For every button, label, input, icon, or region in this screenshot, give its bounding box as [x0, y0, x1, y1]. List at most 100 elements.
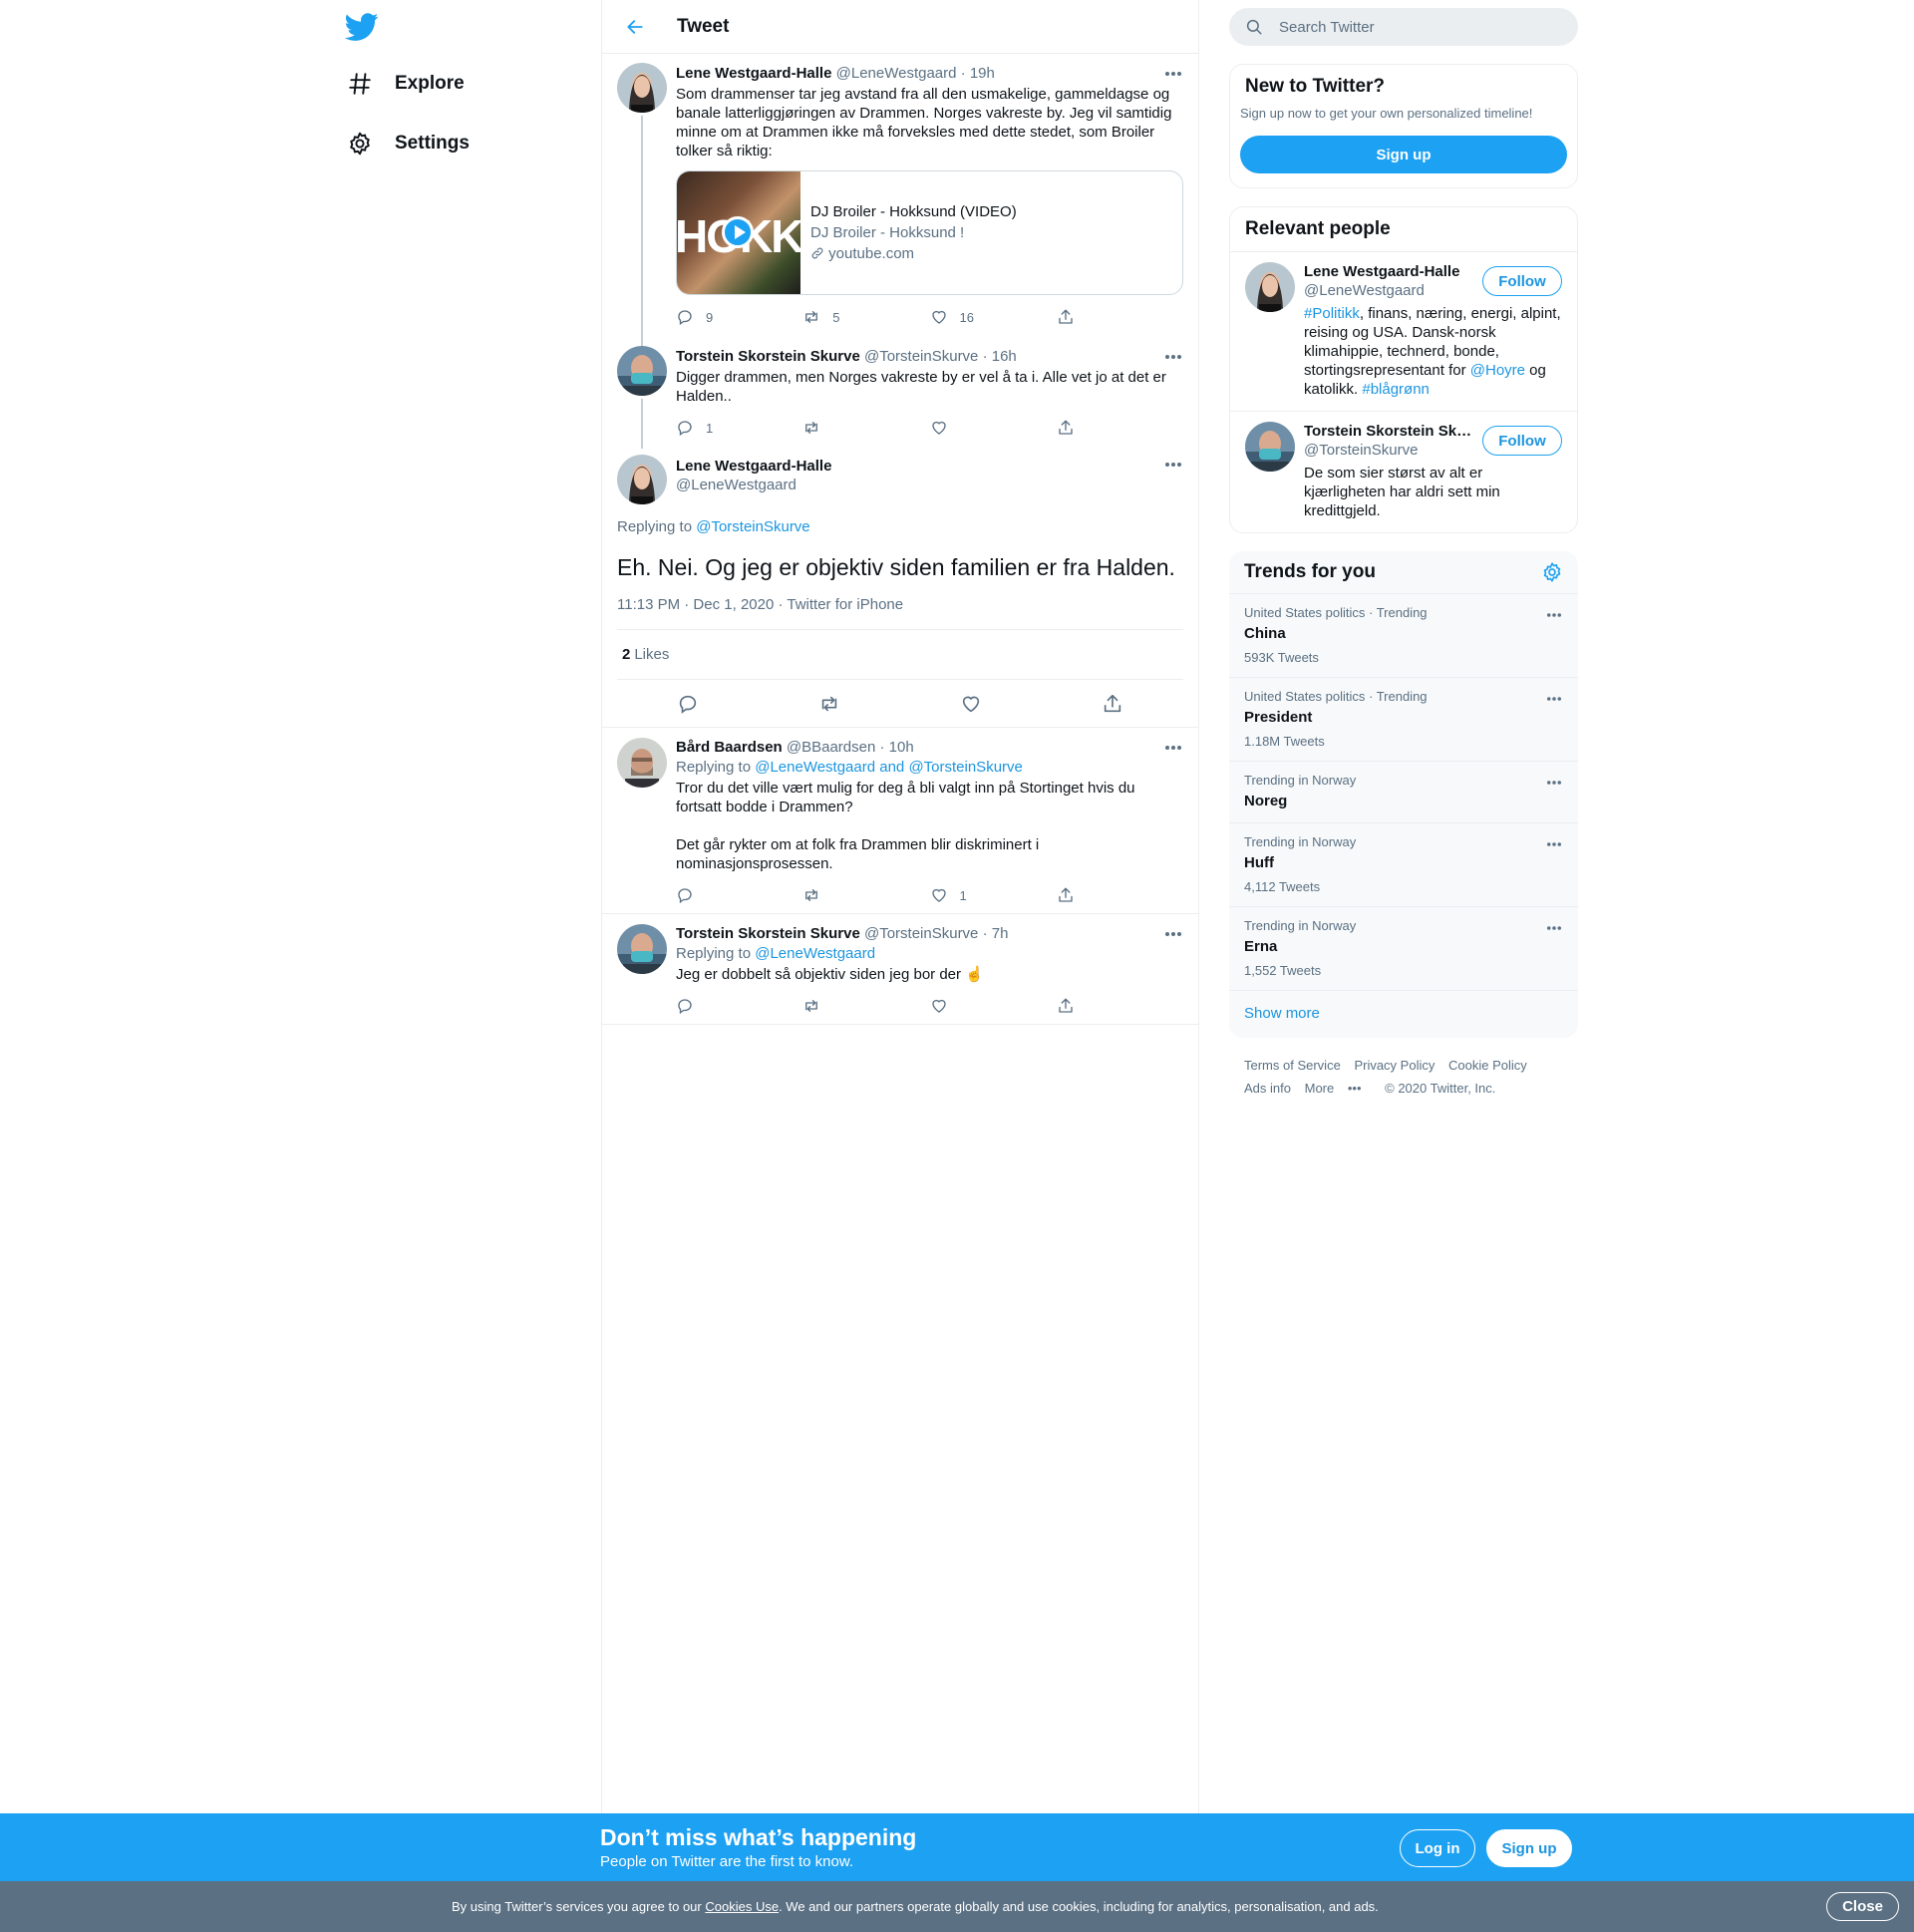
- search-bar[interactable]: [1229, 8, 1578, 46]
- heart-icon[interactable]: [960, 693, 982, 715]
- footer-ads-link[interactable]: Ads info: [1244, 1081, 1291, 1096]
- retweet-button[interactable]: 5: [802, 308, 929, 326]
- card-thumbnail[interactable]: HOKK: [677, 171, 803, 294]
- twitter-logo-icon[interactable]: [344, 10, 379, 44]
- footer-privacy-link[interactable]: Privacy Policy: [1354, 1058, 1435, 1073]
- reply-tweet[interactable]: Bård Baardsen @BBaardsen · 10h Replying …: [602, 727, 1198, 913]
- replying-to-link[interactable]: @LeneWestgaard: [755, 945, 875, 962]
- avatar[interactable]: [1245, 262, 1295, 312]
- user-name[interactable]: Lene Westgaard-Halle: [676, 457, 1183, 476]
- like-button[interactable]: 16: [930, 308, 1057, 326]
- footer-more-link[interactable]: More •••: [1305, 1081, 1372, 1096]
- retweet-button[interactable]: [802, 886, 929, 904]
- link-card[interactable]: HOKK DJ Broiler - Hokksund (VIDEO) DJ Br…: [676, 170, 1183, 295]
- user-name[interactable]: Lene Westgaard-Halle: [676, 65, 831, 82]
- retweet-button[interactable]: [802, 419, 929, 437]
- user-handle[interactable]: @BBaardsen: [787, 739, 875, 756]
- share-icon[interactable]: [1102, 693, 1123, 715]
- footer-cookie-link[interactable]: Cookie Policy: [1448, 1058, 1527, 1073]
- retweet-icon[interactable]: [818, 693, 840, 715]
- like-button[interactable]: 1: [930, 886, 1057, 904]
- share-button[interactable]: [1057, 308, 1183, 326]
- avatar[interactable]: [617, 924, 667, 974]
- login-button[interactable]: Log in: [1400, 1829, 1475, 1867]
- person-item[interactable]: Lene Westgaard-Halle @LeneWestgaard Foll…: [1230, 251, 1577, 411]
- trend-item[interactable]: Trending in Norway Huff 4,112 Tweets: [1229, 823, 1578, 907]
- more-options-icon[interactable]: [1545, 608, 1563, 622]
- tweet-text: Jeg er dobbelt så objektiv siden jeg bor…: [676, 966, 962, 983]
- avatar[interactable]: [617, 63, 667, 113]
- footer-terms-link[interactable]: Terms of Service: [1244, 1058, 1341, 1073]
- more-options-icon[interactable]: [1545, 837, 1563, 851]
- user-name[interactable]: Bård Baardsen: [676, 739, 783, 756]
- replying-to-link[interactable]: @LeneWestgaard and @TorsteinSkurve: [755, 759, 1023, 776]
- avatar[interactable]: [617, 455, 667, 504]
- more-options-icon[interactable]: [1163, 740, 1183, 756]
- tweet-actions: 9 5 16: [676, 301, 1183, 333]
- thread-tweet[interactable]: Lene Westgaard-Halle @LeneWestgaard · 19…: [602, 54, 1198, 345]
- follow-button[interactable]: Follow: [1482, 426, 1562, 456]
- user-name[interactable]: Torstein Skorstein Skurve: [676, 925, 860, 942]
- user-handle[interactable]: @LeneWestgaard: [676, 476, 1183, 494]
- cookies-use-link[interactable]: Cookies Use: [705, 1899, 779, 1914]
- reply-tweet[interactable]: Torstein Skorstein Skurve @TorsteinSkurv…: [602, 913, 1198, 1025]
- search-input[interactable]: [1279, 18, 1538, 36]
- user-name[interactable]: Torstein Skorstein Skurve: [676, 348, 860, 365]
- bio-mention[interactable]: @Hoyre: [1470, 362, 1525, 379]
- user-handle[interactable]: @TorsteinSkurve: [864, 925, 978, 942]
- reply-button[interactable]: [676, 997, 802, 1015]
- sidebar-signup-button[interactable]: Sign up: [1240, 136, 1567, 173]
- person-name[interactable]: Lene Westgaard-Halle: [1304, 262, 1473, 281]
- likes-row[interactable]: 2 Likes: [617, 629, 1183, 679]
- avatar[interactable]: [617, 738, 667, 788]
- reply-icon[interactable]: [677, 693, 699, 715]
- like-button[interactable]: [930, 997, 1057, 1015]
- trend-item[interactable]: Trending in Norway Noreg: [1229, 762, 1578, 823]
- tweet-time[interactable]: · 10h: [880, 739, 914, 756]
- bio-hashtag[interactable]: #Politikk: [1304, 305, 1360, 322]
- trend-item[interactable]: United States politics · Trending Presid…: [1229, 678, 1578, 762]
- avatar[interactable]: [1245, 422, 1295, 472]
- trend-item[interactable]: United States politics · Trending China …: [1229, 594, 1578, 678]
- tweet-time[interactable]: · 16h: [983, 348, 1017, 365]
- more-options-icon[interactable]: [1545, 921, 1563, 935]
- share-button[interactable]: [1057, 419, 1183, 437]
- user-handle[interactable]: @TorsteinSkurve: [864, 348, 978, 365]
- signup-button[interactable]: Sign up: [1486, 1829, 1572, 1867]
- replying-to-link[interactable]: @TorsteinSkurve: [696, 518, 809, 535]
- retweet-button[interactable]: [802, 997, 929, 1015]
- card-domain-text: youtube.com: [828, 245, 915, 262]
- tweet-source[interactable]: · Twitter for iPhone: [778, 596, 903, 613]
- tweet-time[interactable]: · 7h: [983, 925, 1009, 942]
- show-more-link[interactable]: Show more: [1229, 991, 1578, 1038]
- more-options-icon[interactable]: [1545, 692, 1563, 706]
- share-button[interactable]: [1057, 997, 1183, 1015]
- user-handle[interactable]: @LeneWestgaard: [836, 65, 957, 82]
- share-button[interactable]: [1057, 886, 1183, 904]
- person-item[interactable]: Torstein Skorstein Skurve @TorsteinSkurv…: [1230, 411, 1577, 532]
- more-options-icon[interactable]: [1163, 926, 1183, 942]
- tweet-timestamp[interactable]: 11:13 PM · Dec 1, 2020: [617, 596, 774, 613]
- avatar[interactable]: [617, 346, 667, 396]
- tweet-time[interactable]: · 19h: [961, 65, 995, 82]
- more-options-icon[interactable]: [1163, 457, 1183, 473]
- trend-item[interactable]: Trending in Norway Erna 1,552 Tweets: [1229, 907, 1578, 991]
- more-options-icon[interactable]: [1545, 776, 1563, 790]
- reply-button[interactable]: 9: [676, 308, 802, 326]
- person-name[interactable]: Torstein Skorstein Skurve: [1304, 422, 1473, 441]
- close-cookie-button[interactable]: Close: [1826, 1892, 1899, 1921]
- back-button[interactable]: [620, 12, 650, 42]
- nav-settings[interactable]: Settings: [339, 124, 470, 163]
- reply-button[interactable]: 1: [676, 419, 802, 437]
- more-options-icon[interactable]: [1163, 66, 1183, 82]
- thread-tweet[interactable]: Torstein Skorstein Skurve @TorsteinSkurv…: [602, 337, 1198, 449]
- follow-button[interactable]: Follow: [1482, 266, 1562, 296]
- gear-icon[interactable]: [1541, 561, 1563, 583]
- play-icon[interactable]: [722, 216, 754, 248]
- heart-icon: [931, 310, 946, 324]
- like-button[interactable]: [930, 419, 1057, 437]
- bio-hashtag[interactable]: #blågrønn: [1362, 381, 1430, 398]
- more-options-icon[interactable]: [1163, 349, 1183, 365]
- nav-explore[interactable]: Explore: [339, 64, 465, 104]
- reply-button[interactable]: [676, 886, 802, 904]
